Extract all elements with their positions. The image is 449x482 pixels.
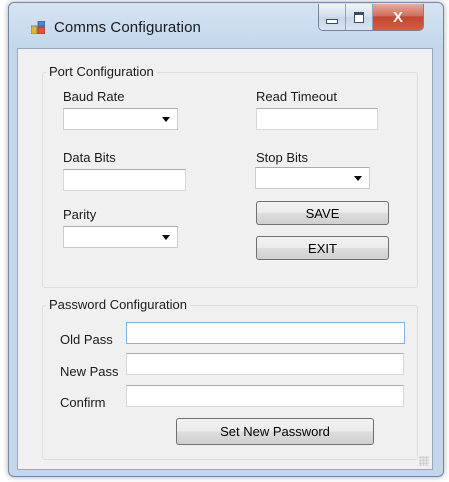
set-new-password-button[interactable]: Set New Password (176, 418, 374, 445)
maximize-icon (354, 11, 364, 23)
app-icon (31, 21, 45, 34)
baud-rate-dropdown[interactable] (63, 108, 178, 130)
chevron-down-icon (162, 117, 170, 122)
old-password-input[interactable] (126, 322, 405, 344)
comms-configuration-window: Comms Configuration X Port Configuration… (8, 2, 444, 477)
data-bits-input[interactable] (63, 169, 186, 191)
close-icon: X (392, 8, 403, 26)
chevron-down-icon (354, 176, 362, 181)
title-bar[interactable]: Comms Configuration X (9, 3, 443, 49)
confirm-label: Confirm (60, 395, 106, 410)
new-password-input[interactable] (126, 353, 404, 375)
client-area: Port Configuration Baud Rate Read Timeou… (17, 48, 433, 470)
caption-buttons: X (318, 4, 424, 31)
password-configuration-title: Password Configuration (46, 297, 191, 312)
minimize-button[interactable] (319, 4, 345, 30)
minimize-icon (326, 18, 338, 24)
read-timeout-label: Read Timeout (256, 89, 337, 104)
resize-grip[interactable] (419, 456, 429, 466)
parity-dropdown[interactable] (63, 226, 178, 248)
port-configuration-title: Port Configuration (46, 64, 157, 79)
maximize-button[interactable] (345, 4, 372, 30)
exit-button[interactable]: EXIT (256, 236, 389, 260)
save-button[interactable]: SAVE (256, 201, 389, 225)
parity-label: Parity (63, 207, 97, 222)
close-button[interactable]: X (372, 4, 423, 30)
window-title: Comms Configuration (54, 19, 201, 36)
data-bits-label: Data Bits (63, 150, 116, 165)
old-pass-label: Old Pass (60, 332, 113, 347)
read-timeout-input[interactable] (256, 108, 378, 130)
chevron-down-icon (162, 235, 170, 240)
confirm-password-input[interactable] (126, 385, 404, 407)
stop-bits-dropdown[interactable] (255, 167, 370, 189)
new-pass-label: New Pass (60, 364, 119, 379)
stop-bits-label: Stop Bits (256, 150, 309, 165)
baud-rate-label: Baud Rate (63, 89, 125, 104)
